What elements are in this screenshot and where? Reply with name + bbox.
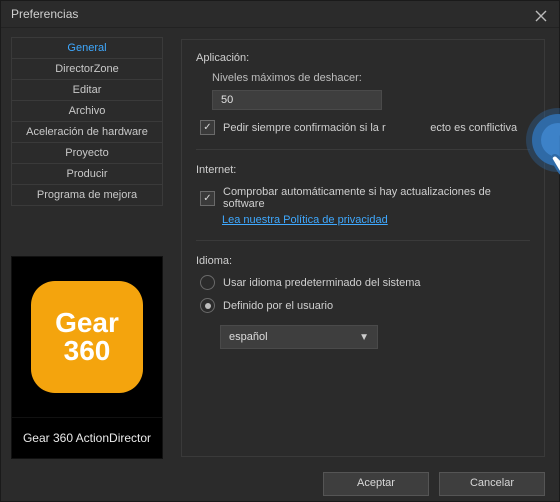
- sidebar-item-general[interactable]: General: [12, 38, 162, 59]
- promo-brand-bottom: 360: [64, 337, 111, 365]
- confirm-label-part2: ecto es conflictiva: [430, 122, 517, 134]
- confirm-checkbox[interactable]: ✓: [200, 120, 215, 135]
- promo-logo: Gear 360: [12, 257, 162, 417]
- language-select[interactable]: español ▼: [220, 325, 378, 349]
- lang-default-radio[interactable]: [200, 275, 215, 290]
- sidebar-item-archivo[interactable]: Archivo: [12, 101, 162, 122]
- titlebar: Preferencias: [1, 1, 559, 28]
- undo-levels-input[interactable]: [212, 90, 382, 110]
- lang-user-radio[interactable]: [200, 298, 215, 313]
- preferences-window: Preferencias General DirectorZone Editar…: [0, 0, 560, 502]
- section-language: Idioma:: [196, 255, 530, 267]
- section-application: Aplicación:: [196, 52, 530, 64]
- promo-card: Gear 360 Gear 360 ActionDirector: [11, 256, 163, 459]
- close-button[interactable]: [535, 5, 553, 23]
- sidebar-item-producir[interactable]: Producir: [12, 164, 162, 185]
- ok-button[interactable]: Aceptar: [323, 472, 429, 496]
- sidebar-item-proyecto[interactable]: Proyecto: [12, 143, 162, 164]
- sidebar-item-directorzone[interactable]: DirectorZone: [12, 59, 162, 80]
- section-internet: Internet:: [196, 164, 530, 176]
- promo-caption: Gear 360 ActionDirector: [12, 417, 162, 458]
- dialog-footer: Aceptar Cancelar: [1, 467, 559, 501]
- sidebar-item-hardware[interactable]: Aceleración de hardware: [12, 122, 162, 143]
- updates-label: Comprobar automáticamente si hay actuali…: [223, 186, 530, 210]
- undo-label: Niveles máximos de deshacer:: [212, 72, 530, 84]
- sidebar: General DirectorZone Editar Archivo Acel…: [1, 27, 171, 467]
- tap-cursor-icon: [552, 130, 560, 182]
- divider: [196, 149, 530, 150]
- settings-panel: Aplicación: Niveles máximos de deshacer:…: [181, 39, 545, 457]
- lang-user-label: Definido por el usuario: [223, 300, 333, 312]
- sidebar-nav: General DirectorZone Editar Archivo Acel…: [11, 37, 163, 206]
- sidebar-item-mejora[interactable]: Programa de mejora: [12, 185, 162, 205]
- close-icon: [535, 10, 547, 22]
- confirm-label: Pedir siempre confirmación si la r xxxxx…: [223, 122, 517, 134]
- promo-brand-top: Gear: [55, 309, 119, 337]
- updates-checkbox[interactable]: ✓: [200, 191, 215, 206]
- divider: [196, 240, 530, 241]
- language-select-value: español: [229, 331, 268, 343]
- confirm-label-part1: Pedir siempre confirmación si la r: [223, 122, 386, 134]
- privacy-link[interactable]: Lea nuestra Política de privacidad: [222, 214, 388, 226]
- sidebar-item-editar[interactable]: Editar: [12, 80, 162, 101]
- chevron-down-icon: ▼: [359, 332, 369, 343]
- cancel-button[interactable]: Cancelar: [439, 472, 545, 496]
- window-title: Preferencias: [11, 7, 78, 21]
- lang-default-label: Usar idioma predeterminado del sistema: [223, 277, 420, 289]
- gear360-icon: Gear 360: [31, 281, 143, 393]
